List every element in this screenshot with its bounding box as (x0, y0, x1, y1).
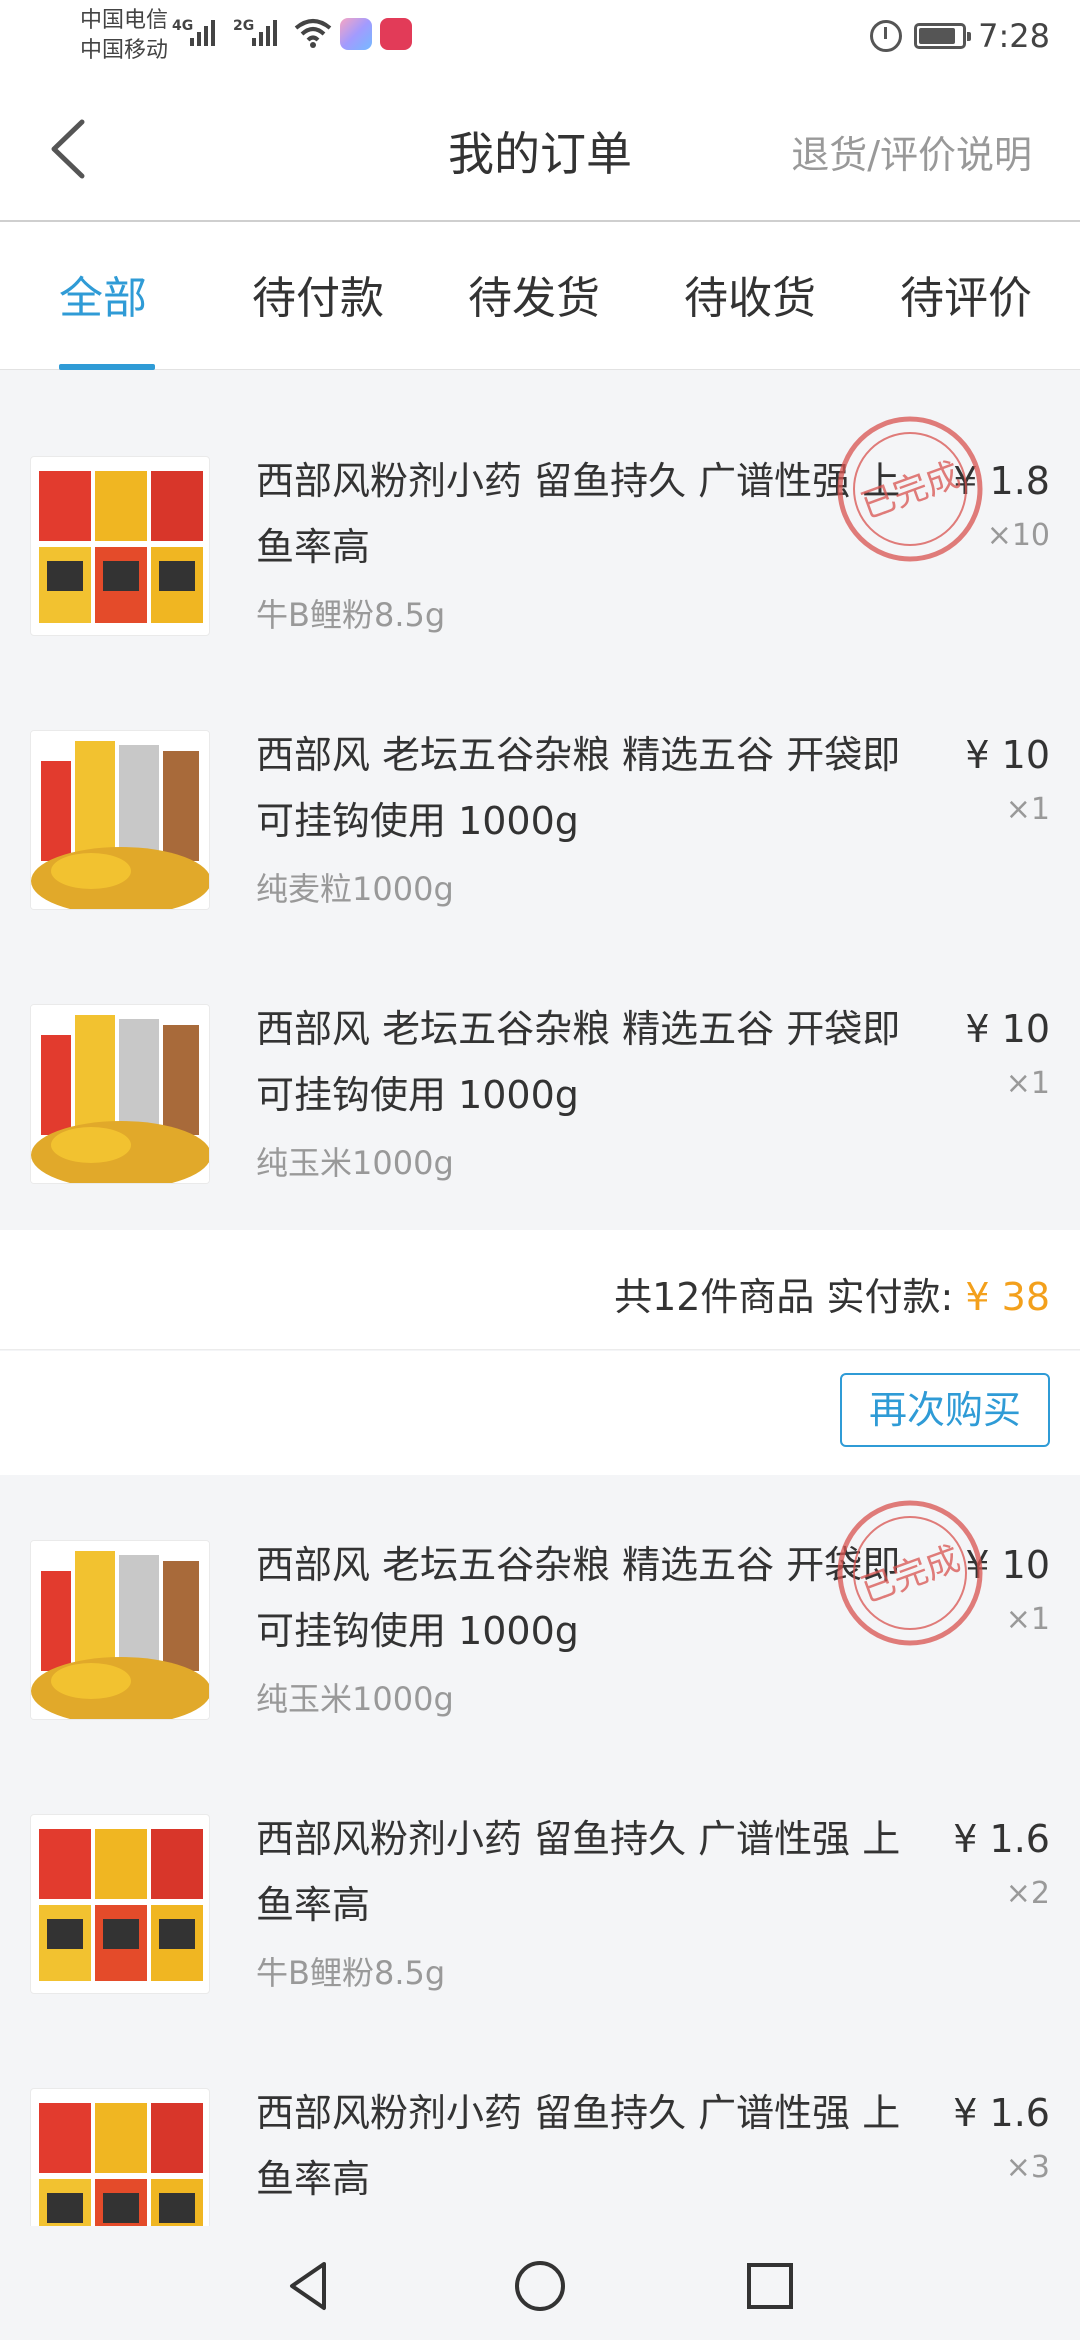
product-spec: 纯麦粒1000g (256, 870, 454, 908)
active-tab-indicator (59, 364, 155, 370)
product-quantity: ×10 (986, 518, 1050, 553)
carrier-names: 中国电信 中国移动 (80, 6, 168, 66)
product-price: ¥ 1.8 (953, 459, 1050, 503)
carrier-2: 中国移动 (80, 38, 169, 63)
tab-pending-receipt[interactable]: 待收货 (684, 262, 816, 326)
product-price: ¥ 10 (965, 733, 1050, 777)
nav-header: 我的订单 退货/评价说明 (0, 74, 1080, 222)
product-price: ¥ 10 (965, 1543, 1050, 1587)
order-actions: 再次购买 (0, 1351, 1080, 1475)
product-thumbnail[interactable] (30, 1540, 210, 1720)
product-thumbnail[interactable] (30, 456, 210, 636)
product-quantity: ×1 (1005, 1602, 1050, 1637)
product-title: 西部风 老坛五谷杂粮 精选五谷 开袋即可挂钩使用 1000g (256, 1543, 901, 1653)
product-thumbnail[interactable] (30, 730, 210, 910)
carrier-1: 中国电信 (80, 8, 169, 33)
tab-pending-payment[interactable]: 待付款 (252, 262, 384, 326)
product-title: 西部风粉剂小药 留鱼持久 广谱性强 上鱼率高 (256, 2091, 901, 2201)
nav-home-icon[interactable] (510, 2256, 570, 2316)
wifi-icon (294, 19, 332, 48)
order-item[interactable]: 西部风粉剂小药 留鱼持久 广谱性强 上鱼率高 牛B鲤粉8.5g ¥ 1.6 ×2 (0, 1776, 1080, 2038)
product-price: ¥ 1.6 (953, 1817, 1050, 1861)
order-item[interactable]: 西部风 老坛五谷杂粮 精选五谷 开袋即可挂钩使用 1000g 纯玉米1000g … (0, 966, 1080, 1228)
status-right: 7:28 (870, 12, 1050, 60)
product-spec: 纯玉米1000g (256, 1680, 454, 1718)
order-item[interactable]: 西部风粉剂小药 留鱼持久 广谱性强 上鱼率高 牛B鲤粉8.5g ¥ 1.8 ×1… (0, 418, 1080, 680)
signal-icon (252, 16, 277, 46)
product-title: 西部风 老坛五谷杂粮 精选五谷 开袋即可挂钩使用 1000g (256, 733, 901, 843)
signal-icon (190, 16, 215, 46)
product-title: 西部风粉剂小药 留鱼持久 广谱性强 上鱼率高 (256, 459, 901, 569)
rebuy-button[interactable]: 再次购买 (840, 1373, 1050, 1447)
product-spec: 纯玉米1000g (256, 1144, 454, 1182)
product-quantity: ×2 (1005, 1876, 1050, 1911)
product-spec: 牛B鲤粉8.5g (256, 1954, 446, 1992)
product-price: ¥ 1.6 (953, 2091, 1050, 2135)
nav-back-icon[interactable] (280, 2256, 340, 2316)
product-spec: 牛B鲤粉8.5g (256, 596, 446, 634)
product-quantity: ×1 (1005, 792, 1050, 827)
tab-all[interactable]: 全部 (59, 262, 147, 326)
battery-icon (914, 23, 972, 49)
product-quantity: ×3 (1005, 2150, 1050, 2185)
tab-pending-review[interactable]: 待评价 (900, 262, 1032, 326)
order-tabs: 全部 待付款 待发货 待收货 待评价 (0, 222, 1080, 370)
product-thumbnail[interactable] (30, 1004, 210, 1184)
status-bar: 中国电信 中国移动 4G 2G 7:28 (0, 0, 1080, 74)
summary-amount: ¥ 38 (965, 1275, 1050, 1319)
product-title: 西部风粉剂小药 留鱼持久 广谱性强 上鱼率高 (256, 1817, 901, 1927)
order-item[interactable]: 西部风 老坛五谷杂粮 精选五谷 开袋即可挂钩使用 1000g 纯麦粒1000g … (0, 692, 1080, 954)
app-notification-icon (340, 18, 372, 50)
tab-pending-shipment[interactable]: 待发货 (468, 262, 600, 326)
status-time: 7:28 (978, 17, 1050, 55)
product-quantity: ×1 (1005, 1066, 1050, 1101)
system-nav-bar (0, 2226, 1080, 2340)
summary-label: 共12件商品 实付款: (614, 1275, 966, 1319)
order-summary: 共12件商品 实付款: ¥ 38 (0, 1230, 1080, 1350)
calendar-notification-icon (380, 18, 412, 50)
order-item[interactable]: 西部风 老坛五谷杂粮 精选五谷 开袋即可挂钩使用 1000g 纯玉米1000g … (0, 1502, 1080, 1764)
product-thumbnail[interactable] (30, 1814, 210, 1994)
clock-icon (870, 20, 903, 52)
nav-recents-icon[interactable] (740, 2256, 800, 2316)
return-review-info-link[interactable]: 退货/评价说明 (791, 124, 1032, 179)
product-title: 西部风 老坛五谷杂粮 精选五谷 开袋即可挂钩使用 1000g (256, 1007, 901, 1117)
product-price: ¥ 10 (965, 1007, 1050, 1051)
